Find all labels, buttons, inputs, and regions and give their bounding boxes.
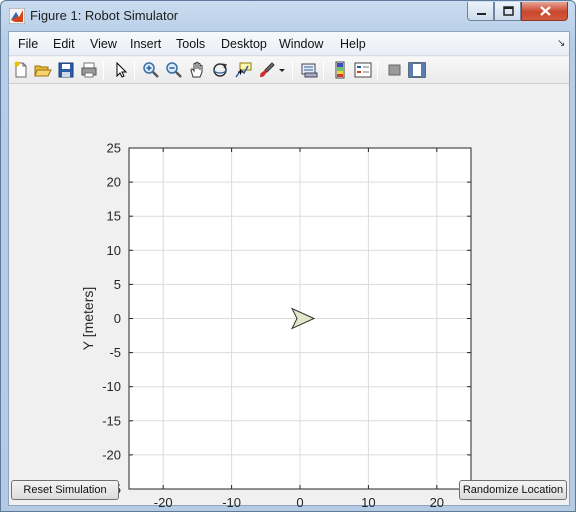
x-tick-label: -20: [154, 495, 173, 507]
toolbar-separator: [292, 61, 293, 80]
y-tick-label: 0: [114, 311, 121, 326]
window-title: Figure 1: Robot Simulator: [30, 8, 179, 23]
y-tick-label: 10: [107, 243, 121, 258]
menu-help[interactable]: Help: [340, 37, 366, 51]
menu-insert[interactable]: Insert: [130, 37, 161, 51]
robot-simulator-axes[interactable]: -20-10010202520151050-5-10-15-20-25X [me…: [9, 85, 569, 510]
insert-legend-icon[interactable]: [354, 61, 372, 79]
minimize-button[interactable]: [467, 2, 494, 21]
link-plot-icon[interactable]: [300, 61, 318, 79]
maximize-button[interactable]: [494, 2, 521, 21]
show-plot-tools-icon[interactable]: [408, 61, 426, 79]
pan-icon[interactable]: [188, 61, 206, 79]
toolbar-separator: [134, 61, 135, 80]
toolbar-separator: [323, 61, 324, 80]
toolbar-separator: [103, 61, 104, 80]
menu-desktop[interactable]: Desktop: [221, 37, 267, 51]
menu-bar: File Edit View Insert Tools Desktop Wind…: [9, 32, 569, 56]
x-tick-label: 10: [361, 495, 375, 507]
menu-tools[interactable]: Tools: [176, 37, 205, 51]
pointer-icon[interactable]: [112, 61, 130, 79]
y-tick-label: 25: [107, 141, 121, 156]
figure-toolbar: [9, 57, 569, 84]
menu-file[interactable]: File: [18, 37, 38, 51]
y-tick-label: -20: [102, 447, 121, 462]
print-icon[interactable]: [80, 61, 98, 79]
maximize-icon: [503, 6, 514, 16]
open-file-icon[interactable]: [34, 61, 52, 79]
reset-simulation-button[interactable]: Reset Simulation: [11, 480, 119, 500]
y-axis-label: Y [meters]: [80, 287, 96, 351]
data-cursor-icon[interactable]: [234, 61, 252, 79]
x-tick-label: -10: [222, 495, 241, 507]
toolbar-separator: [377, 61, 378, 80]
hide-plot-tools-icon[interactable]: [386, 61, 404, 79]
x-tick-label: 0: [296, 495, 303, 507]
randomize-location-button[interactable]: Randomize Location: [459, 480, 567, 500]
menu-window[interactable]: Window: [279, 37, 323, 51]
y-tick-label: -5: [109, 345, 121, 360]
insert-colorbar-icon[interactable]: [331, 61, 349, 79]
x-tick-label: 20: [430, 495, 444, 507]
rotate-3d-icon[interactable]: [211, 61, 229, 79]
dropdown-arrow-icon[interactable]: [278, 61, 287, 79]
minimize-icon: [477, 13, 486, 15]
dock-arrow-icon[interactable]: ↘: [557, 38, 565, 49]
figure-client-area: File Edit View Insert Tools Desktop Wind…: [8, 31, 570, 510]
new-figure-icon[interactable]: [12, 61, 30, 79]
close-icon: [540, 6, 551, 16]
zoom-out-icon[interactable]: [165, 61, 183, 79]
menu-edit[interactable]: Edit: [53, 37, 75, 51]
y-tick-label: 15: [107, 209, 121, 224]
menu-view[interactable]: View: [90, 37, 117, 51]
plot-area: -20-10010202520151050-5-10-15-20-25X [me…: [9, 85, 569, 510]
matlab-logo-icon: [9, 8, 25, 24]
title-bar[interactable]: Figure 1: Robot Simulator: [1, 1, 575, 31]
y-tick-label: 5: [114, 277, 121, 292]
close-button[interactable]: [521, 2, 568, 21]
zoom-in-icon[interactable]: [142, 61, 160, 79]
figure-window: Figure 1: Robot Simulator File Edit View…: [0, 0, 576, 512]
y-tick-label: -10: [102, 379, 121, 394]
y-tick-label: 20: [107, 175, 121, 190]
y-tick-label: -15: [102, 413, 121, 428]
save-icon[interactable]: [57, 61, 75, 79]
brush-icon[interactable]: [258, 61, 276, 79]
